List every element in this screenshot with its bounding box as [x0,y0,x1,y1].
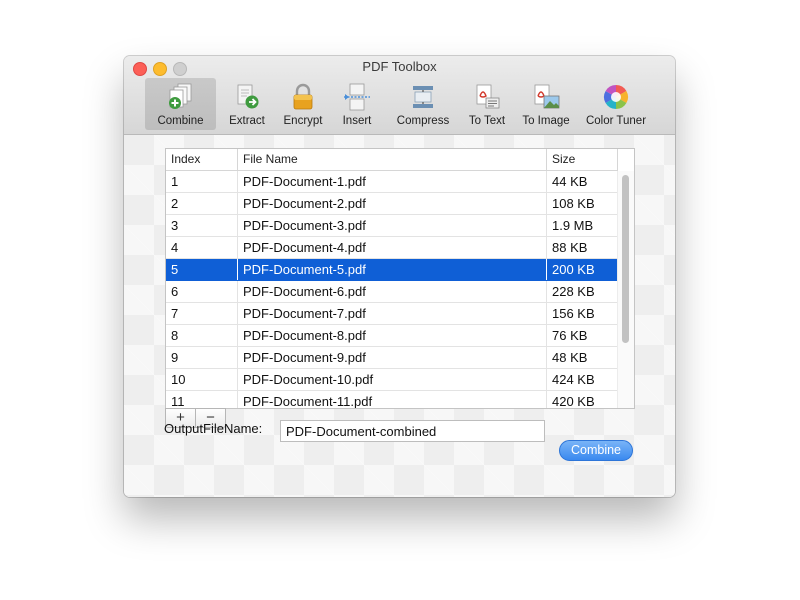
table-row[interactable]: 10 PDF-Document-10.pdf 424 KB [166,369,618,391]
toolbar-compress-label: Compress [396,115,450,127]
row-index: 6 [166,281,238,302]
toolbar-extract-label: Extract [229,115,265,127]
row-file-name: PDF-Document-7.pdf [238,303,547,324]
toolbar-insert-label: Insert [342,115,372,127]
row-size: 48 KB [547,347,618,368]
row-size: 1.9 MB [547,215,618,236]
table-row[interactable]: 11 PDF-Document-11.pdf 420 KB [166,391,618,408]
insert-icon [344,83,370,111]
row-index: 5 [166,259,238,280]
combine-icon [168,83,191,109]
toolbar-combine-button[interactable]: Combine [145,78,216,130]
row-file-name: PDF-Document-8.pdf [238,325,547,346]
toolbar-color-tuner-label: Color Tuner [585,115,647,127]
column-header-file-name[interactable]: File Name [238,149,547,170]
row-size: 88 KB [547,237,618,258]
row-size: 44 KB [547,171,618,192]
row-file-name: PDF-Document-3.pdf [238,215,547,236]
table-row[interactable]: 7 PDF-Document-7.pdf 156 KB [166,303,618,325]
extract-icon [237,84,259,109]
output-filename-input[interactable] [280,420,545,442]
row-file-name: PDF-Document-6.pdf [238,281,547,302]
toolbar-to-image-label: To Image [522,115,570,127]
row-index: 1 [166,171,238,192]
row-index: 9 [166,347,238,368]
title-bar: PDF Toolbox Combine Extract Encrypt Inse… [124,56,675,135]
row-file-name: PDF-Document-2.pdf [238,193,547,214]
row-file-name: PDF-Document-10.pdf [238,369,547,390]
table-row[interactable]: 8 PDF-Document-8.pdf 76 KB [166,325,618,347]
table-scrollbar[interactable] [617,171,634,408]
toolbar-encrypt-label: Encrypt [283,115,323,127]
row-file-name: PDF-Document-1.pdf [238,171,547,192]
toolbar-to-image-button[interactable]: To Image [518,78,574,130]
row-size: 76 KB [547,325,618,346]
row-file-name: PDF-Document-9.pdf [238,347,547,368]
toolbar-to-text-button[interactable]: To Text [462,78,512,130]
column-header-index[interactable]: Index [166,149,238,170]
table-row-selected[interactable]: 5 PDF-Document-5.pdf 200 KB [166,259,618,281]
to-text-icon [476,84,500,109]
compress-icon [413,86,433,108]
toolbar-extract-button[interactable]: Extract [221,78,273,130]
row-index: 2 [166,193,238,214]
row-index: 4 [166,237,238,258]
toolbar-compress-button[interactable]: Compress [390,78,456,130]
toolbar-color-tuner-button[interactable]: Color Tuner [580,78,652,130]
row-index: 8 [166,325,238,346]
table-row[interactable]: 4 PDF-Document-4.pdf 88 KB [166,237,618,259]
toolbar-encrypt-button[interactable]: Encrypt [277,78,329,130]
table-row[interactable]: 2 PDF-Document-2.pdf 108 KB [166,193,618,215]
row-size: 228 KB [547,281,618,302]
app-window: PDF Toolbox Combine Extract Encrypt Inse… [124,56,675,497]
color-wheel-icon [603,85,629,109]
column-header-size[interactable]: Size [547,149,618,170]
window-title: PDF Toolbox [362,59,437,74]
row-file-name: PDF-Document-11.pdf [238,391,547,408]
table-row[interactable]: 1 PDF-Document-1.pdf 44 KB [166,171,618,193]
row-size: 424 KB [547,369,618,390]
toolbar-to-text-label: To Text [468,115,506,127]
lock-icon [293,83,313,110]
row-index: 3 [166,215,238,236]
output-filename-label: OutputFileName: [164,421,263,436]
table-row[interactable]: 9 PDF-Document-9.pdf 48 KB [166,347,618,369]
row-file-name: PDF-Document-4.pdf [238,237,547,258]
file-table[interactable]: Index File Name Size 1 PDF-Document-1.pd… [165,148,635,409]
scrollbar-thumb[interactable] [622,175,629,343]
toolbar-insert-button[interactable]: Insert [332,78,382,130]
combine-button[interactable]: Combine [559,440,633,461]
row-size: 156 KB [547,303,618,324]
row-size: 108 KB [547,193,618,214]
table-row[interactable]: 3 PDF-Document-3.pdf 1.9 MB [166,215,618,237]
table-row[interactable]: 6 PDF-Document-6.pdf 228 KB [166,281,618,303]
row-index: 10 [166,369,238,390]
row-size: 200 KB [547,259,618,280]
row-file-name: PDF-Document-5.pdf [238,259,547,280]
row-index: 11 [166,391,238,408]
table-header: Index File Name Size [166,149,618,171]
to-image-icon [534,84,560,109]
toolbar-combine-label: Combine [157,115,204,127]
row-size: 420 KB [547,391,618,408]
row-index: 7 [166,303,238,324]
